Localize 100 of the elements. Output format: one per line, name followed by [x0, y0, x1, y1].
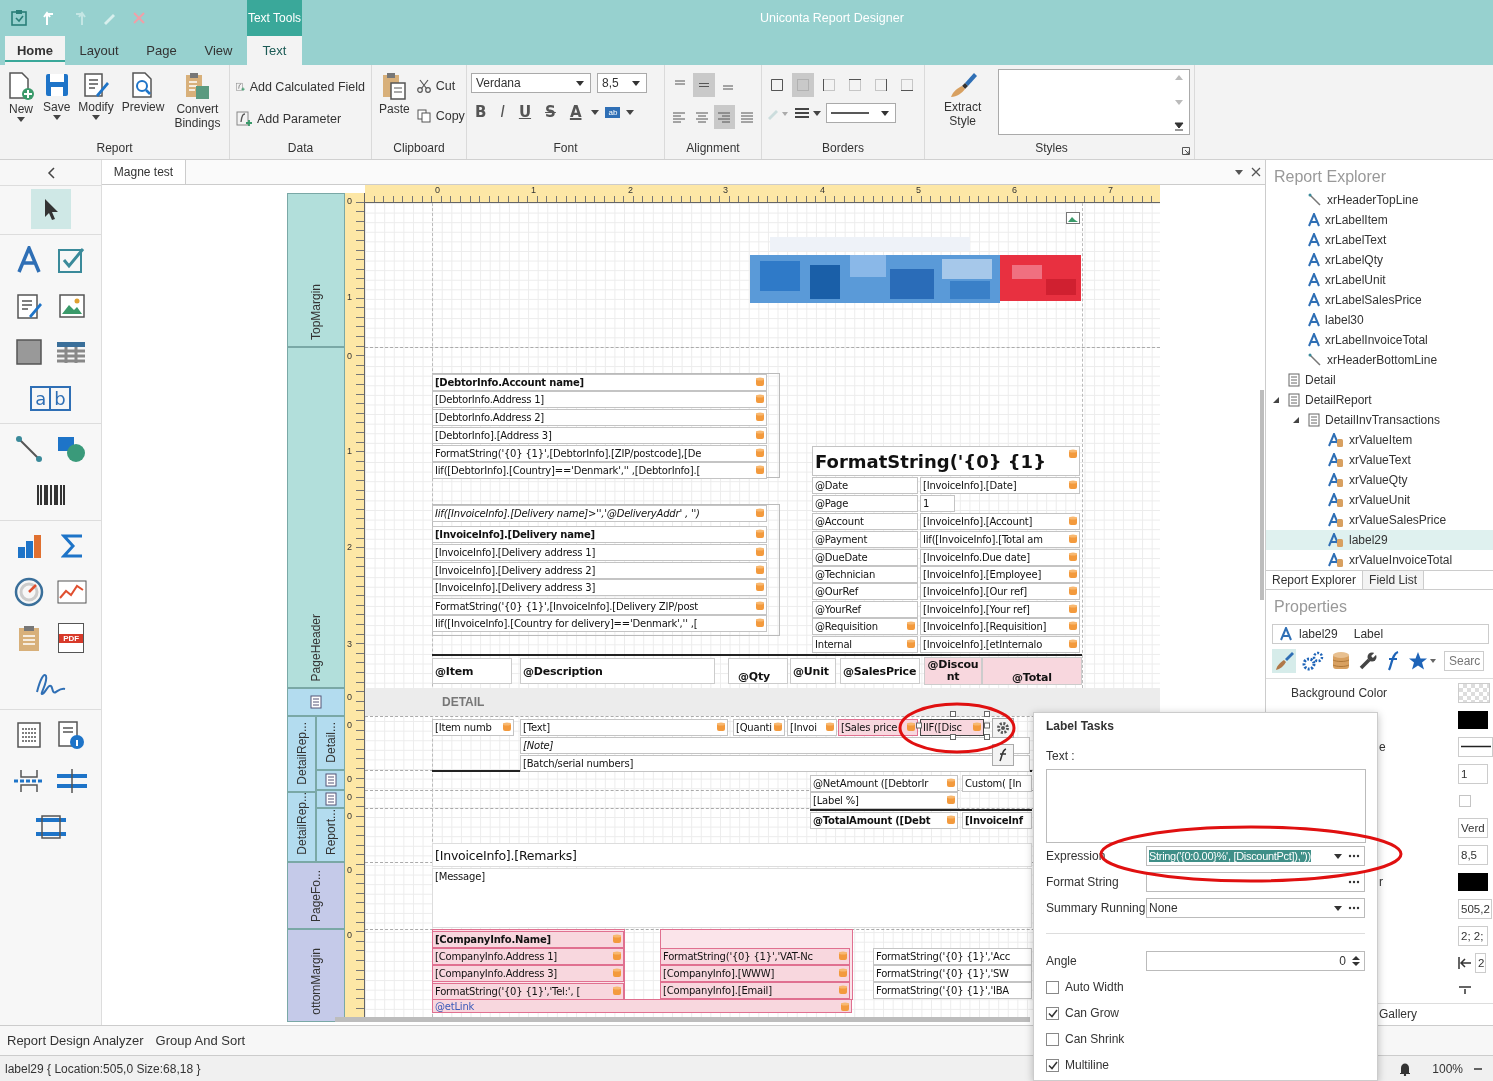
underline-button[interactable]: U	[514, 103, 536, 121]
property-value[interactable]: 2; 2;	[1458, 925, 1488, 946]
expression-field[interactable]: String('{0:0.00}%', [DiscountPct]),''))	[1146, 846, 1365, 866]
band-strip[interactable]	[316, 790, 345, 808]
checkbox[interactable]	[1046, 980, 1059, 994]
report-control[interactable]: [InvoiceInf	[962, 812, 1032, 829]
band-strip[interactable]	[287, 688, 345, 716]
report-control[interactable]: @Page	[812, 495, 918, 512]
copy-button[interactable]: Copy	[414, 107, 467, 125]
ellipsis-icon[interactable]	[1348, 854, 1360, 858]
report-control[interactable]: [Quanti	[733, 719, 785, 736]
band-strip[interactable]: DetailRep...	[287, 716, 316, 792]
page-info-icon[interactable]	[57, 720, 86, 750]
pointer-tool[interactable]	[30, 189, 71, 229]
report-control[interactable]: FormatString('{0} {1}',[InvoiceInfo].[Delivery ZIP/post	[432, 598, 767, 615]
subreport-icon[interactable]	[16, 624, 41, 652]
color-swatch[interactable]	[1458, 872, 1488, 891]
tree-item[interactable]: xrLabelSalesPrice	[1266, 290, 1493, 310]
panel-icon[interactable]	[14, 338, 43, 366]
character-comb-icon[interactable]: a b	[30, 385, 71, 411]
report-control[interactable]: [InvoiceInfo.Due date]	[920, 549, 1080, 566]
expression-button[interactable]	[992, 744, 1014, 766]
close-icon[interactable]	[1251, 167, 1261, 177]
band-strip[interactable]: TopMargin	[287, 193, 345, 347]
report-control[interactable]: [InvoiceInfo].[Delivery name]	[432, 526, 767, 543]
font-size-select[interactable]: 8,5	[597, 73, 647, 93]
report-control[interactable]: [Batch/serial numbers]	[520, 755, 1030, 772]
report-control[interactable]: [InvoiceInfo].[Delivery address 1]	[432, 544, 767, 561]
report-control[interactable]: @TotalAmount ([Debt	[810, 812, 958, 829]
pdf-content-icon[interactable]: PDF	[58, 623, 85, 653]
dropdown-icon[interactable]	[1235, 170, 1243, 175]
report-control[interactable]: [DebtorInfo.Address 2]	[432, 409, 767, 426]
report-control[interactable]: @Unit	[790, 658, 836, 684]
property-value[interactable]: Verd	[1458, 817, 1488, 838]
gauge-icon[interactable]	[14, 577, 45, 607]
sigma-icon[interactable]	[60, 533, 85, 559]
cross-band-line-icon[interactable]	[55, 768, 88, 794]
expander-icon[interactable]	[1292, 416, 1300, 424]
color-swatch[interactable]	[1458, 710, 1488, 729]
report-control[interactable]: [CompanyInfo.Address 3]	[432, 965, 624, 982]
report-control[interactable]: Iif([DebtorInfo].[Country]=='Denmark','' ,[DebtorInfo].[	[432, 462, 767, 479]
report-control[interactable]: [CompanyInfo.Address 1]	[432, 948, 624, 965]
band-strip[interactable]: ottomMargin	[287, 929, 345, 1022]
report-control[interactable]: [InvoiceInfo].[Remarks]	[432, 843, 1032, 867]
font-color-button[interactable]: A	[565, 103, 586, 121]
strikeout-button[interactable]: S	[541, 103, 560, 121]
caret-icon[interactable]	[1334, 905, 1342, 911]
report-control[interactable]: @YourRef	[812, 601, 918, 618]
panel-tab[interactable]: Gallery	[1379, 1006, 1417, 1021]
report-control[interactable]: @Technician	[812, 566, 918, 583]
report-control[interactable]: @Date	[812, 477, 918, 494]
report-control[interactable]: [CompanyInfo].[Email]	[660, 982, 850, 999]
ribbon-tab[interactable]: View	[190, 36, 247, 65]
new-button[interactable]: New	[4, 69, 38, 139]
tree-item[interactable]: xrValueInvoiceTotal	[1266, 550, 1493, 570]
report-control[interactable]: [Sales price	[838, 719, 918, 736]
caret-icon[interactable]	[1334, 853, 1342, 859]
report-control[interactable]: FormatString('{0} {1}','Acc	[873, 948, 1032, 965]
band-strip[interactable]: PageHeader	[287, 347, 345, 688]
ribbon-tab[interactable]: Home	[5, 36, 65, 65]
report-control[interactable]: @Qty	[728, 658, 788, 684]
report-control[interactable]: [Item numb	[432, 719, 514, 736]
tree-item[interactable]: xrValueText	[1266, 450, 1493, 470]
report-control[interactable]: [Note]	[520, 737, 1030, 754]
zoom-out-icon[interactable]	[1473, 1066, 1483, 1071]
report-control[interactable]: [CompanyInfo].[WWW]	[660, 965, 850, 982]
tree-item[interactable]: label29	[1266, 530, 1493, 550]
collapse-icon[interactable]	[46, 166, 55, 179]
report-control[interactable]: [InvoiceInfo].[Delivery address 2]	[432, 562, 767, 579]
barcode-icon[interactable]	[35, 484, 66, 506]
tree-item[interactable]: xrValueItem	[1266, 430, 1493, 450]
report-control[interactable]: IIF([Disc	[920, 719, 984, 736]
ribbon-tab[interactable]: Page	[133, 36, 190, 65]
extract-style-button[interactable]: Extract Style	[929, 69, 997, 139]
text-field[interactable]	[1046, 769, 1366, 843]
report-control[interactable]: FormatString('{0} {1}','VAT-Nc	[660, 948, 850, 965]
summary-select[interactable]: None	[1146, 898, 1365, 918]
cross-band-box-icon[interactable]	[34, 814, 67, 840]
report-control[interactable]: [DebtorInfo.Account name]	[432, 374, 767, 391]
panel-tab[interactable]: Field List	[1363, 571, 1425, 589]
brush-tab[interactable]	[1272, 649, 1296, 674]
color-swatch[interactable]	[1458, 682, 1490, 703]
checkbox-icon[interactable]	[57, 246, 86, 274]
report-control[interactable]: @etLink	[432, 999, 852, 1013]
report-control[interactable]: Iif([InvoiceInfo].[Delivery name]>'','@DeliveryAddr' , '')	[432, 505, 767, 522]
ribbon-tab[interactable]: Text	[247, 36, 302, 65]
tree-item[interactable]: xrLabelText	[1266, 230, 1493, 250]
checkbox[interactable]	[1046, 1006, 1059, 1020]
tree-item[interactable]: DetailReport	[1266, 390, 1493, 410]
tree-item[interactable]: xrLabelItem	[1266, 210, 1493, 230]
report-control[interactable]: [CompanyInfo.Name]	[432, 931, 624, 948]
caret-icon[interactable]	[591, 109, 600, 115]
sparkline-icon[interactable]	[56, 580, 87, 604]
report-control[interactable]: [InvoiceInfo].[Date]	[920, 477, 1080, 494]
report-control[interactable]: [InvoiceInfo].[Our ref]	[920, 583, 1080, 600]
vertical-align-button[interactable]	[693, 73, 715, 97]
report-control[interactable]: [Label %]	[810, 792, 958, 809]
report-control[interactable]: FormatString('{0} {1}	[812, 446, 1080, 476]
band-strip[interactable]: DetailRep...	[287, 792, 316, 862]
format-string-field[interactable]	[1146, 872, 1365, 892]
